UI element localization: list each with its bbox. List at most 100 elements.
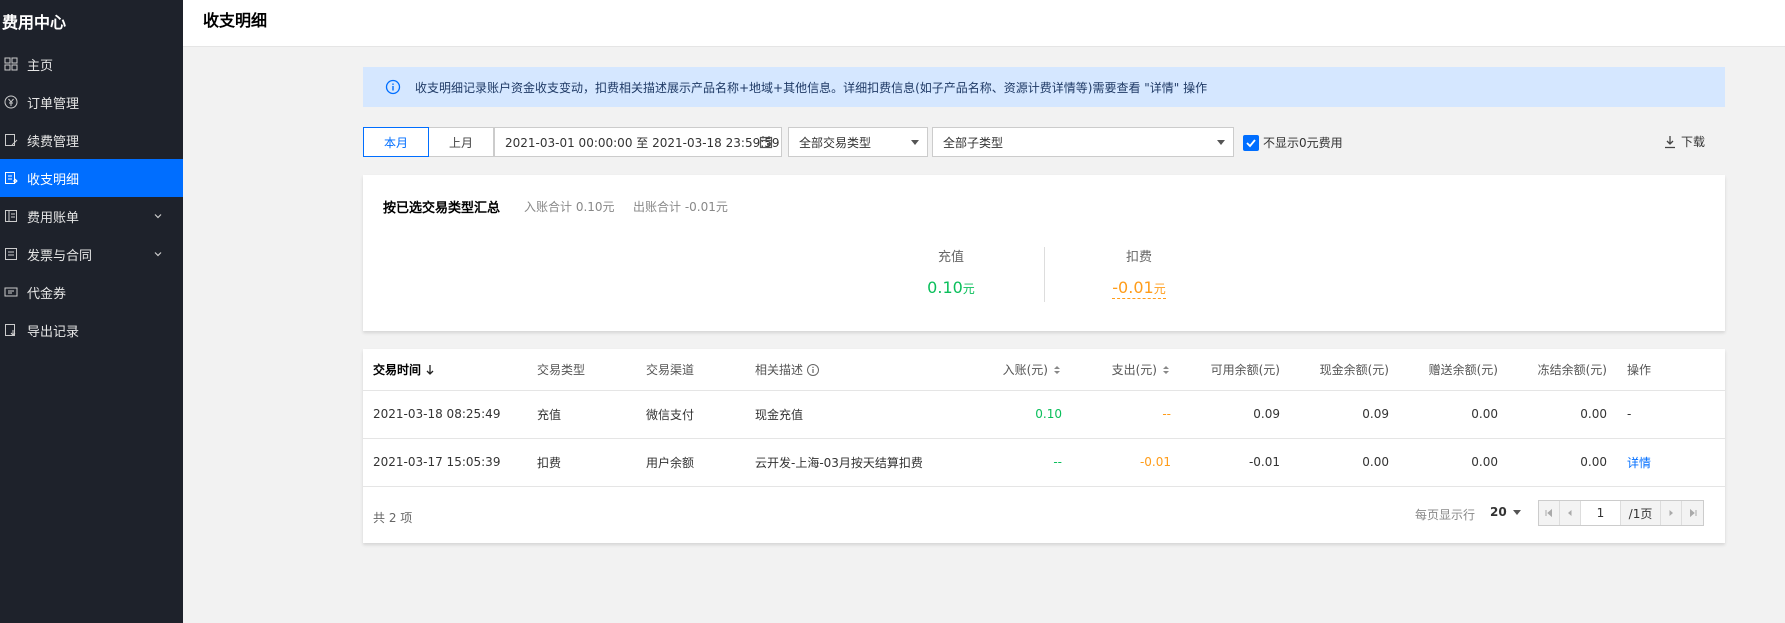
cell-channel: 微信支付 <box>636 390 745 439</box>
sort-icon[interactable] <box>1052 364 1062 376</box>
sidebar-item-orders[interactable]: 订单管理 <box>0 83 183 121</box>
table-row: 2021-03-18 08:25:49 充值 微信支付 现金充值 0.10 --… <box>363 390 1725 439</box>
last-month-button[interactable]: 上月 <box>428 127 494 157</box>
table-header-row: 交易时间 交易类型 交易渠道 相关描述 入账(元) 支出(元) 可用余额(元) … <box>363 349 1725 391</box>
cell-desc: 现金充值 <box>745 390 963 439</box>
info-icon[interactable] <box>806 363 820 377</box>
sidebar-item-invoices[interactable]: 发票与合同 <box>0 235 183 273</box>
chevron-down-icon[interactable] <box>153 248 163 258</box>
sidebar: 费用中心 主页 订单管理 续费管理 收支明细 费用账单 发票与合同 代金券 导出… <box>0 0 183 623</box>
prev-page-icon <box>1568 510 1572 516</box>
chevron-down-icon[interactable] <box>153 210 163 220</box>
page-size-select[interactable]: 20 <box>1490 505 1521 519</box>
total-pages: /1页 <box>1621 501 1661 525</box>
cell-expense: -- <box>1072 390 1181 439</box>
sidebar-item-transactions[interactable]: 收支明细 <box>0 159 183 197</box>
notice-text: 收支明细记录账户资金收支变动，扣费相关描述展示产品名称+地域+其他信息。详细扣费… <box>415 80 1208 95</box>
info-icon <box>385 79 401 95</box>
divider <box>1044 247 1045 302</box>
sidebar-item-label: 主页 <box>27 58 54 74</box>
info-notice: 收支明细记录账户资金收支变动，扣费相关描述展示产品名称+地域+其他信息。详细扣费… <box>363 67 1725 107</box>
col-cash-header: 现金余额(元) <box>1290 349 1399 391</box>
date-range-value: 2021-03-01 00:00:00 至 2021-03-18 23:59:5… <box>505 135 780 150</box>
cell-time: 2021-03-17 15:05:39 <box>363 438 527 487</box>
bill-icon <box>4 209 18 223</box>
sort-desc-icon[interactable] <box>425 364 435 376</box>
document-edit-icon <box>4 133 18 147</box>
col-time-header[interactable]: 交易时间 <box>363 349 527 391</box>
sidebar-item-renewal[interactable]: 续费管理 <box>0 121 183 159</box>
export-icon <box>4 323 18 337</box>
cell-type: 充值 <box>527 390 636 439</box>
next-page-icon <box>1669 510 1673 516</box>
col-time-label: 交易时间 <box>373 362 422 377</box>
cell-income: -- <box>963 438 1072 487</box>
col-income-header[interactable]: 入账(元) <box>963 349 1072 391</box>
deduct-label: 扣费 <box>1125 250 1152 265</box>
col-frozen-header: 冻结余额(元) <box>1508 349 1617 391</box>
deduct-unit: 元 <box>1153 282 1166 296</box>
grid-icon <box>4 57 18 71</box>
caret-down-icon <box>1512 509 1521 515</box>
sub-type-value: 全部子类型 <box>943 135 1004 150</box>
details-link[interactable]: 详情 <box>1617 438 1725 487</box>
deduct-value: -0.01 <box>1112 278 1154 297</box>
col-expense-label: 支出(元) <box>1111 362 1157 377</box>
sidebar-item-home[interactable]: 主页 <box>0 45 183 83</box>
sidebar-item-label: 续费管理 <box>27 134 80 150</box>
cell-time: 2021-03-18 08:25:49 <box>363 390 527 439</box>
date-range-picker[interactable]: 2021-03-01 00:00:00 至 2021-03-18 23:59:5… <box>494 127 782 157</box>
sidebar-item-bills[interactable]: 费用账单 <box>0 197 183 235</box>
col-channel-header: 交易渠道 <box>636 349 745 391</box>
last-page-button[interactable] <box>1682 501 1703 525</box>
cell-channel: 用户余额 <box>636 438 745 487</box>
ledger-icon <box>4 171 18 185</box>
sort-icon[interactable] <box>1161 364 1171 376</box>
recharge-value: 0.10 <box>927 278 963 297</box>
sidebar-item-vouchers[interactable]: 代金券 <box>0 273 183 311</box>
col-desc-header: 相关描述 <box>745 349 963 391</box>
page-size-value: 20 <box>1490 505 1507 519</box>
col-desc-label: 相关描述 <box>755 362 804 377</box>
deduct-value-tooltip-trigger[interactable]: -0.01元 <box>1112 278 1166 299</box>
recharge-stat: 充值 0.10元 <box>891 246 1011 297</box>
table-row: 2021-03-17 15:05:39 扣费 用户余额 云开发-上海-03月按天… <box>363 438 1725 487</box>
trade-type-select[interactable]: 全部交易类型 <box>788 127 928 157</box>
col-type-header: 交易类型 <box>527 349 636 391</box>
recharge-label: 充值 <box>937 250 964 265</box>
hide-zero-label: 不显示0元费用 <box>1263 136 1343 150</box>
cell-available: 0.09 <box>1181 390 1290 439</box>
col-action-header: 操作 <box>1617 349 1725 391</box>
total-count: 共 2 项 <box>373 511 413 525</box>
voucher-icon <box>4 285 18 299</box>
page-header: 收支明细 <box>183 0 1785 47</box>
sidebar-item-label: 订单管理 <box>27 96 80 112</box>
first-page-button[interactable] <box>1539 501 1560 525</box>
last-page-icon <box>1689 508 1696 518</box>
summary-card: 按已选交易类型汇总 入账合计 0.10元 出账合计 -0.01元 充值 0.10… <box>363 175 1725 331</box>
trade-type-value: 全部交易类型 <box>799 135 872 150</box>
col-available-header: 可用余额(元) <box>1181 349 1290 391</box>
cell-type: 扣费 <box>527 438 636 487</box>
transactions-table: 交易时间 交易类型 交易渠道 相关描述 入账(元) 支出(元) 可用余额(元) … <box>363 349 1725 487</box>
sub-type-select[interactable]: 全部子类型 <box>932 127 1234 157</box>
prev-page-button[interactable] <box>1560 501 1581 525</box>
cell-cash: 0.09 <box>1290 390 1399 439</box>
recharge-unit: 元 <box>962 282 975 296</box>
calendar-icon <box>759 135 773 149</box>
this-month-button[interactable]: 本月 <box>363 127 429 157</box>
income-total: 入账合计 0.10元 <box>524 200 615 214</box>
download-button[interactable]: 下载 <box>1663 133 1705 150</box>
sidebar-item-exports[interactable]: 导出记录 <box>0 311 183 349</box>
invoice-icon <box>4 247 18 261</box>
sidebar-title: 费用中心 <box>2 13 67 32</box>
cell-gift: 0.00 <box>1399 390 1508 439</box>
hide-zero-checkbox[interactable]: 不显示0元费用 <box>1243 134 1343 151</box>
cell-frozen: 0.00 <box>1508 438 1617 487</box>
cell-frozen: 0.00 <box>1508 390 1617 439</box>
page-number-input[interactable]: 1 <box>1581 501 1621 525</box>
next-page-button[interactable] <box>1661 501 1682 525</box>
col-expense-header[interactable]: 支出(元) <box>1072 349 1181 391</box>
sidebar-item-label: 导出记录 <box>27 324 80 340</box>
deduct-stat: 扣费 -0.01元 <box>1079 246 1199 299</box>
